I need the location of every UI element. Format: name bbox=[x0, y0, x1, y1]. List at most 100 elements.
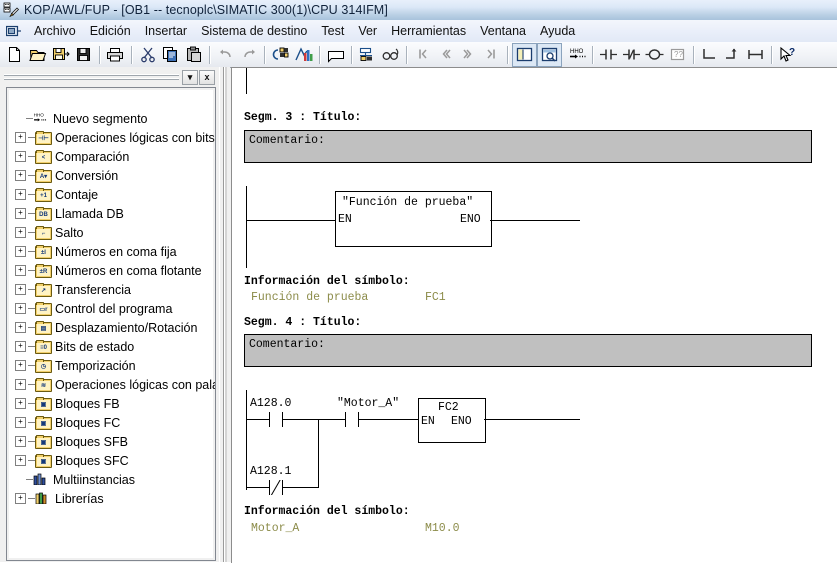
branch-close-icon[interactable] bbox=[721, 44, 744, 66]
monitor-chart-icon[interactable] bbox=[292, 44, 315, 66]
tree-expander[interactable]: + bbox=[15, 170, 26, 181]
tree-expander[interactable]: + bbox=[15, 322, 26, 333]
copy-icon[interactable] bbox=[159, 44, 182, 66]
segment4-symbol-address: M10.0 bbox=[425, 522, 460, 535]
prev-segment-icon[interactable] bbox=[434, 44, 457, 66]
menu-ayuda[interactable]: Ayuda bbox=[533, 22, 582, 40]
tree-item-multiinstancias[interactable]: Multiinstancias bbox=[9, 470, 213, 489]
branch-parallel-icon[interactable] bbox=[744, 44, 767, 66]
tree-item-nuevo-segmento[interactable]: HHO Nuevo segmento bbox=[9, 109, 213, 128]
tree-expander[interactable]: + bbox=[15, 227, 26, 238]
tree-item-transferencia[interactable]: + ↗ Transferencia bbox=[9, 280, 213, 299]
tree-item-comparacion[interactable]: + < Comparación bbox=[9, 147, 213, 166]
contact-nc-icon[interactable] bbox=[620, 44, 643, 66]
redo-icon[interactable] bbox=[237, 44, 260, 66]
chevron-down-icon[interactable]: ▾ bbox=[182, 70, 198, 85]
segment4-comment-box[interactable]: Comentario: bbox=[244, 334, 812, 367]
symbol-table-icon[interactable] bbox=[356, 44, 379, 66]
tree-expander[interactable]: + bbox=[15, 398, 26, 409]
tree-expander[interactable]: + bbox=[15, 132, 26, 143]
layout-pane-icon[interactable] bbox=[512, 42, 537, 67]
tree-item-librerias[interactable]: + Librerías bbox=[9, 489, 213, 508]
tree-item-numeros-en-coma-flotante[interactable]: + ±R Números en coma flotante bbox=[9, 261, 213, 280]
tree-expander[interactable]: + bbox=[15, 189, 26, 200]
download-plc-icon[interactable] bbox=[269, 44, 292, 66]
menu-archivo[interactable]: Archivo bbox=[27, 22, 83, 40]
empty-box-icon[interactable]: ?? bbox=[666, 44, 689, 66]
tree-expander[interactable]: + bbox=[15, 417, 26, 428]
contact-nc-a128-1[interactable] bbox=[269, 480, 283, 495]
branch-open-icon[interactable] bbox=[698, 44, 721, 66]
segment4-contact3-to-block bbox=[358, 419, 418, 420]
tree-expander[interactable]: + bbox=[15, 455, 26, 466]
tree-item-contaje[interactable]: + +1 Contaje bbox=[9, 185, 213, 204]
tree-item-bloques-sfc[interactable]: + ▣ Bloques SFC bbox=[9, 451, 213, 470]
tree-item-bloques-sfb[interactable]: + ▣ Bloques SFB bbox=[9, 432, 213, 451]
tree-expander[interactable]: + bbox=[15, 265, 26, 276]
segment3-power-rail bbox=[246, 186, 247, 268]
new-network-icon[interactable]: HHO bbox=[565, 44, 588, 66]
tree-item-desplazamiento-rotacion[interactable]: + ▤ Desplazamiento/Rotación bbox=[9, 318, 213, 337]
comment-icon[interactable] bbox=[324, 44, 347, 66]
tree-item-llamada-db[interactable]: + DB Llamada DB bbox=[9, 204, 213, 223]
save-as-icon[interactable] bbox=[49, 44, 72, 66]
tree-item-control-del-programa[interactable]: + ▭r Control del programa bbox=[9, 299, 213, 318]
ladder-editor[interactable]: Segm. 3 : Título: Comentario: "Función d… bbox=[231, 67, 837, 563]
tree-item-operaciones-logicas-con-bits[interactable]: + ⊣⊢ Operaciones lógicas con bits bbox=[9, 128, 215, 147]
menu-ver[interactable]: Ver bbox=[351, 22, 384, 40]
coil-output-icon[interactable] bbox=[643, 44, 666, 66]
tree-item-bits-de-estado[interactable]: + ≡0 Bits de estado bbox=[9, 337, 213, 356]
undo-icon[interactable] bbox=[214, 44, 237, 66]
tree-item-operaciones-logicas-con-palabras[interactable]: + ≋ Operaciones lógicas con palab bbox=[9, 375, 215, 394]
next-segment-icon[interactable] bbox=[457, 44, 480, 66]
menu-sistema-de-destino[interactable]: Sistema de destino bbox=[194, 22, 314, 40]
tree-item-conversion[interactable]: + A▾ Conversión bbox=[9, 166, 213, 185]
tree-item-temporizacion[interactable]: + ◷ Temporización bbox=[9, 356, 213, 375]
panel-drag-grip[interactable] bbox=[4, 72, 179, 83]
contact-no-icon[interactable] bbox=[597, 44, 620, 66]
tree-expander[interactable]: + bbox=[15, 436, 26, 447]
tree-expander[interactable]: + bbox=[15, 284, 26, 295]
panel-splitter[interactable] bbox=[219, 67, 230, 562]
ladder-canvas[interactable]: Segm. 3 : Título: Comentario: "Función d… bbox=[232, 68, 837, 563]
tree-connector-dots bbox=[28, 304, 35, 313]
segment3-comment-box[interactable]: Comentario: bbox=[244, 130, 812, 163]
cut-scissors-icon[interactable] bbox=[136, 44, 159, 66]
last-segment-icon[interactable] bbox=[480, 44, 503, 66]
print-icon[interactable] bbox=[104, 44, 127, 66]
menu-test[interactable]: Test bbox=[314, 22, 351, 40]
tree-expander[interactable]: + bbox=[15, 360, 26, 371]
menu-ventana[interactable]: Ventana bbox=[473, 22, 533, 40]
close-icon[interactable]: x bbox=[199, 70, 215, 85]
tree-item-bloques-fc[interactable]: + ▣ Bloques FC bbox=[9, 413, 213, 432]
new-icon[interactable] bbox=[3, 44, 26, 66]
zoom-pane-icon[interactable] bbox=[537, 42, 562, 67]
tree-expander[interactable]: + bbox=[15, 493, 26, 504]
menu-herramientas[interactable]: Herramientas bbox=[384, 22, 473, 40]
system-menu-icon[interactable] bbox=[5, 25, 21, 38]
multi-instance-icon bbox=[33, 472, 49, 487]
segment3-block-eno: ENO bbox=[460, 213, 481, 226]
tree-expander[interactable]: + bbox=[15, 246, 26, 257]
paste-icon[interactable] bbox=[182, 44, 205, 66]
instruction-tree[interactable]: HHO Nuevo segmento + ⊣⊢ Operaciones lógi… bbox=[6, 87, 216, 561]
first-segment-icon[interactable] bbox=[411, 44, 434, 66]
tree-expander[interactable]: + bbox=[15, 151, 26, 162]
tree-expander[interactable]: + bbox=[15, 379, 26, 390]
tree-item-bloques-fb[interactable]: + ▣ Bloques FB bbox=[9, 394, 213, 413]
segment4-rail-to-contact2 bbox=[246, 487, 269, 488]
save-floppy-icon[interactable] bbox=[72, 44, 95, 66]
tree-expander[interactable]: + bbox=[15, 303, 26, 314]
contact-no-a128-0[interactable] bbox=[269, 412, 283, 427]
segment4-contact2-label: A128.1 bbox=[250, 465, 292, 478]
open-folder-icon[interactable] bbox=[26, 44, 49, 66]
tree-expander[interactable]: + bbox=[15, 208, 26, 219]
tree-expander[interactable]: + bbox=[15, 341, 26, 352]
tree-item-salto[interactable]: + ⌐ Salto bbox=[9, 223, 213, 242]
glasses-overview-icon[interactable] bbox=[379, 44, 402, 66]
help-pointer-icon[interactable]: ? bbox=[776, 44, 799, 66]
menu-edicion[interactable]: Edición bbox=[83, 22, 138, 40]
contact-no-motor-a[interactable] bbox=[345, 412, 359, 427]
tree-item-numeros-en-coma-fija[interactable]: + ±I Números en coma fija bbox=[9, 242, 213, 261]
menu-insertar[interactable]: Insertar bbox=[138, 22, 194, 40]
